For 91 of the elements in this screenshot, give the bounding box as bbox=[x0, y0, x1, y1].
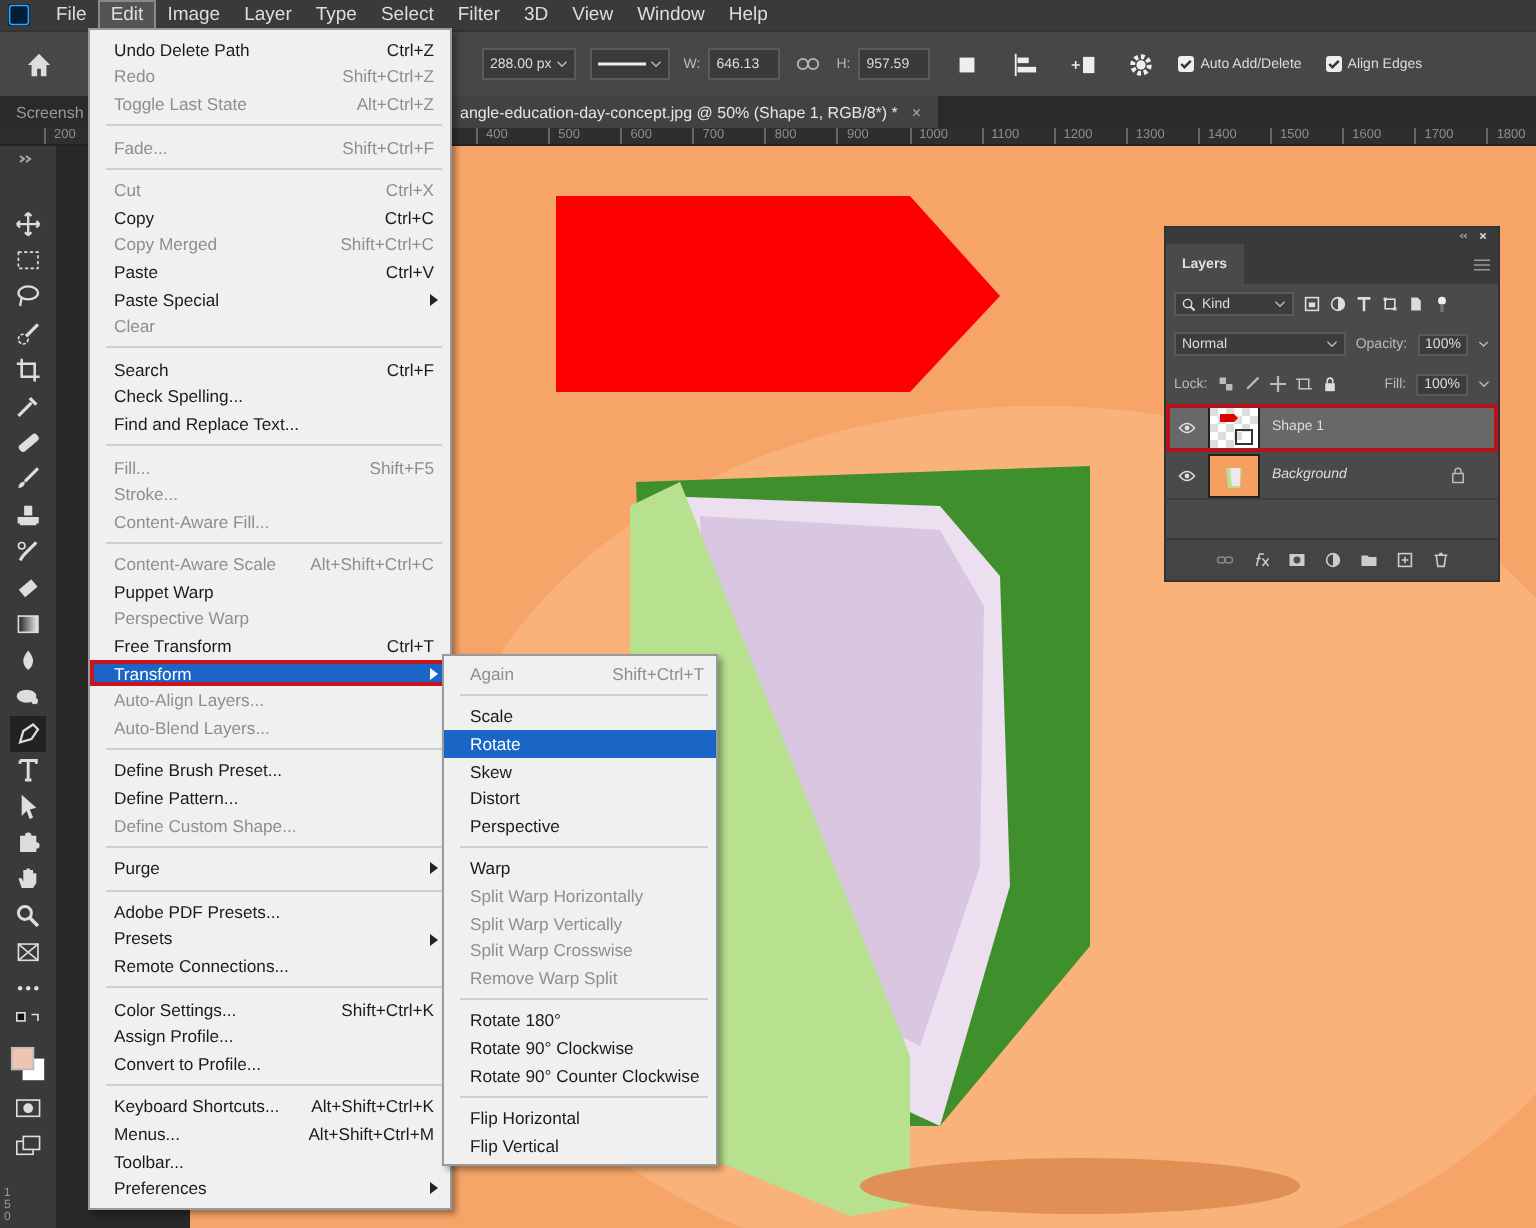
smart-object-filter-icon[interactable] bbox=[1408, 296, 1424, 312]
home-icon[interactable] bbox=[26, 51, 52, 77]
type-filter-icon[interactable] bbox=[1356, 296, 1372, 312]
document-tab[interactable]: angle-education-day-concept.jpg @ 50% (Shape 1, RGB/8*) * × bbox=[452, 96, 938, 128]
arrange-icon[interactable] bbox=[1070, 51, 1097, 77]
menu-item[interactable]: Remote Connections... bbox=[90, 952, 450, 980]
toggle-icon[interactable] bbox=[1434, 296, 1450, 312]
app-logo-icon[interactable] bbox=[8, 4, 30, 26]
lock-icon[interactable] bbox=[1450, 466, 1466, 484]
menu-item[interactable]: Type bbox=[303, 0, 369, 30]
checkbox[interactable] bbox=[1178, 56, 1195, 72]
close-icon[interactable]: × bbox=[911, 103, 922, 121]
caret-icon bbox=[555, 60, 568, 68]
menu-item[interactable]: Find and Replace Text... bbox=[90, 410, 450, 438]
menu-item[interactable]: Check Spelling... bbox=[90, 383, 450, 411]
menu-item[interactable]: Keyboard Shortcuts... Alt+Shift+Ctrl+K bbox=[90, 1093, 450, 1121]
menu-item[interactable]: Layer bbox=[232, 0, 304, 30]
menu-item[interactable]: Color Settings... Shift+Ctrl+K bbox=[90, 995, 450, 1023]
caret-icon bbox=[649, 60, 662, 68]
menu-item[interactable]: Rotate bbox=[444, 730, 716, 758]
eye-icon[interactable] bbox=[1178, 421, 1196, 433]
menu-item[interactable]: Convert to Profile... bbox=[90, 1050, 450, 1078]
menu-item[interactable]: Free Transform Ctrl+T bbox=[90, 632, 450, 660]
menu-item[interactable]: Paste Special bbox=[90, 285, 450, 313]
artboard-icon[interactable] bbox=[1295, 376, 1312, 392]
menu-item[interactable]: Presets bbox=[90, 925, 450, 953]
caret-icon[interactable] bbox=[1478, 380, 1490, 388]
menu-item[interactable]: Purge bbox=[90, 854, 450, 883]
collapse-icon[interactable] bbox=[1458, 232, 1468, 240]
stroke-style-dropdown[interactable] bbox=[589, 48, 670, 80]
layer-thumbnail bbox=[1208, 453, 1260, 497]
layer-thumbnail bbox=[1208, 405, 1260, 449]
adjustment-icon[interactable] bbox=[1323, 552, 1341, 568]
link-icon[interactable] bbox=[796, 56, 821, 72]
menu-item[interactable]: Menus... Alt+Shift+Ctrl+M bbox=[90, 1120, 450, 1148]
align-icon[interactable] bbox=[1012, 51, 1039, 77]
menu-item[interactable]: 3D bbox=[512, 0, 561, 30]
trash-icon[interactable] bbox=[1431, 552, 1449, 568]
caret-icon[interactable] bbox=[1478, 340, 1490, 348]
settings-icon[interactable] bbox=[1128, 51, 1155, 77]
menu-item[interactable]: Undo Delete Path Ctrl+Z bbox=[90, 36, 450, 64]
menu-item[interactable]: Paste Ctrl+V bbox=[90, 258, 450, 286]
image-filter-icon[interactable] bbox=[1304, 296, 1320, 312]
move-icon[interactable] bbox=[1269, 376, 1286, 392]
color-swatches-icon[interactable] bbox=[10, 1046, 46, 1083]
caret-icon bbox=[1325, 340, 1338, 348]
checkbox[interactable] bbox=[1325, 56, 1342, 72]
menu-item[interactable]: Toolbar... bbox=[90, 1147, 450, 1175]
caret-icon bbox=[1274, 300, 1286, 308]
mask-icon[interactable] bbox=[1287, 552, 1305, 568]
menu-item[interactable]: Preferences bbox=[90, 1174, 450, 1202]
shape-filter-icon[interactable] bbox=[1382, 296, 1398, 312]
menu-item[interactable]: View bbox=[560, 0, 626, 30]
stroke-line-icon bbox=[597, 60, 646, 68]
menu-item[interactable]: Puppet Warp bbox=[90, 578, 450, 606]
menu-icon[interactable] bbox=[1474, 258, 1490, 272]
menu-item[interactable]: Adobe PDF Presets... bbox=[90, 898, 450, 926]
lock-icon[interactable] bbox=[1321, 376, 1338, 392]
adjustment-filter-icon[interactable] bbox=[1330, 296, 1346, 312]
menu-item[interactable]: Distort bbox=[444, 784, 716, 812]
effects-icon[interactable] bbox=[1251, 552, 1269, 568]
menu-item[interactable]: Select bbox=[368, 0, 446, 30]
menu-item[interactable]: Scale bbox=[444, 703, 716, 731]
menu-item[interactable]: Skew bbox=[444, 757, 716, 785]
menu-item[interactable]: Define Brush Preset... bbox=[90, 757, 450, 785]
brush-icon[interactable] bbox=[1243, 376, 1260, 392]
menu-item[interactable]: File bbox=[44, 0, 99, 30]
menu-item[interactable]: Image bbox=[155, 0, 233, 30]
link-icon[interactable] bbox=[1215, 552, 1233, 568]
new-layer-icon[interactable] bbox=[1395, 552, 1413, 568]
menu-item[interactable]: Search Ctrl+F bbox=[90, 355, 450, 384]
menu-item[interactable]: Assign Profile... bbox=[90, 1022, 450, 1050]
menu-item[interactable]: Flip Vertical bbox=[444, 1131, 716, 1159]
menu-item[interactable]: Rotate 90° Counter Clockwise bbox=[444, 1061, 716, 1089]
menu-item[interactable]: Perspective bbox=[444, 811, 716, 840]
search-icon bbox=[1182, 297, 1196, 311]
menu-item[interactable]: Define Pattern... bbox=[90, 784, 450, 812]
folder-icon[interactable] bbox=[1359, 552, 1377, 568]
pen-icon[interactable] bbox=[9, 715, 47, 752]
menu-item[interactable]: Help bbox=[716, 0, 780, 30]
menu-item[interactable]: Edit bbox=[98, 0, 156, 30]
menu-item[interactable]: Rotate 90° Clockwise bbox=[444, 1034, 716, 1062]
menu-item[interactable]: Flip Horizontal bbox=[444, 1104, 716, 1132]
menu-item[interactable]: Warp bbox=[444, 855, 716, 883]
close-icon[interactable] bbox=[1478, 232, 1488, 240]
eye-icon[interactable] bbox=[1178, 469, 1196, 481]
menu-item[interactable]: Copy Ctrl+C bbox=[90, 203, 450, 232]
menu-item[interactable]: Window bbox=[625, 0, 717, 30]
menu-item[interactable]: Rotate 180° bbox=[444, 1007, 716, 1035]
checker-icon[interactable] bbox=[1217, 376, 1234, 392]
menu-item[interactable]: Filter bbox=[445, 0, 512, 30]
